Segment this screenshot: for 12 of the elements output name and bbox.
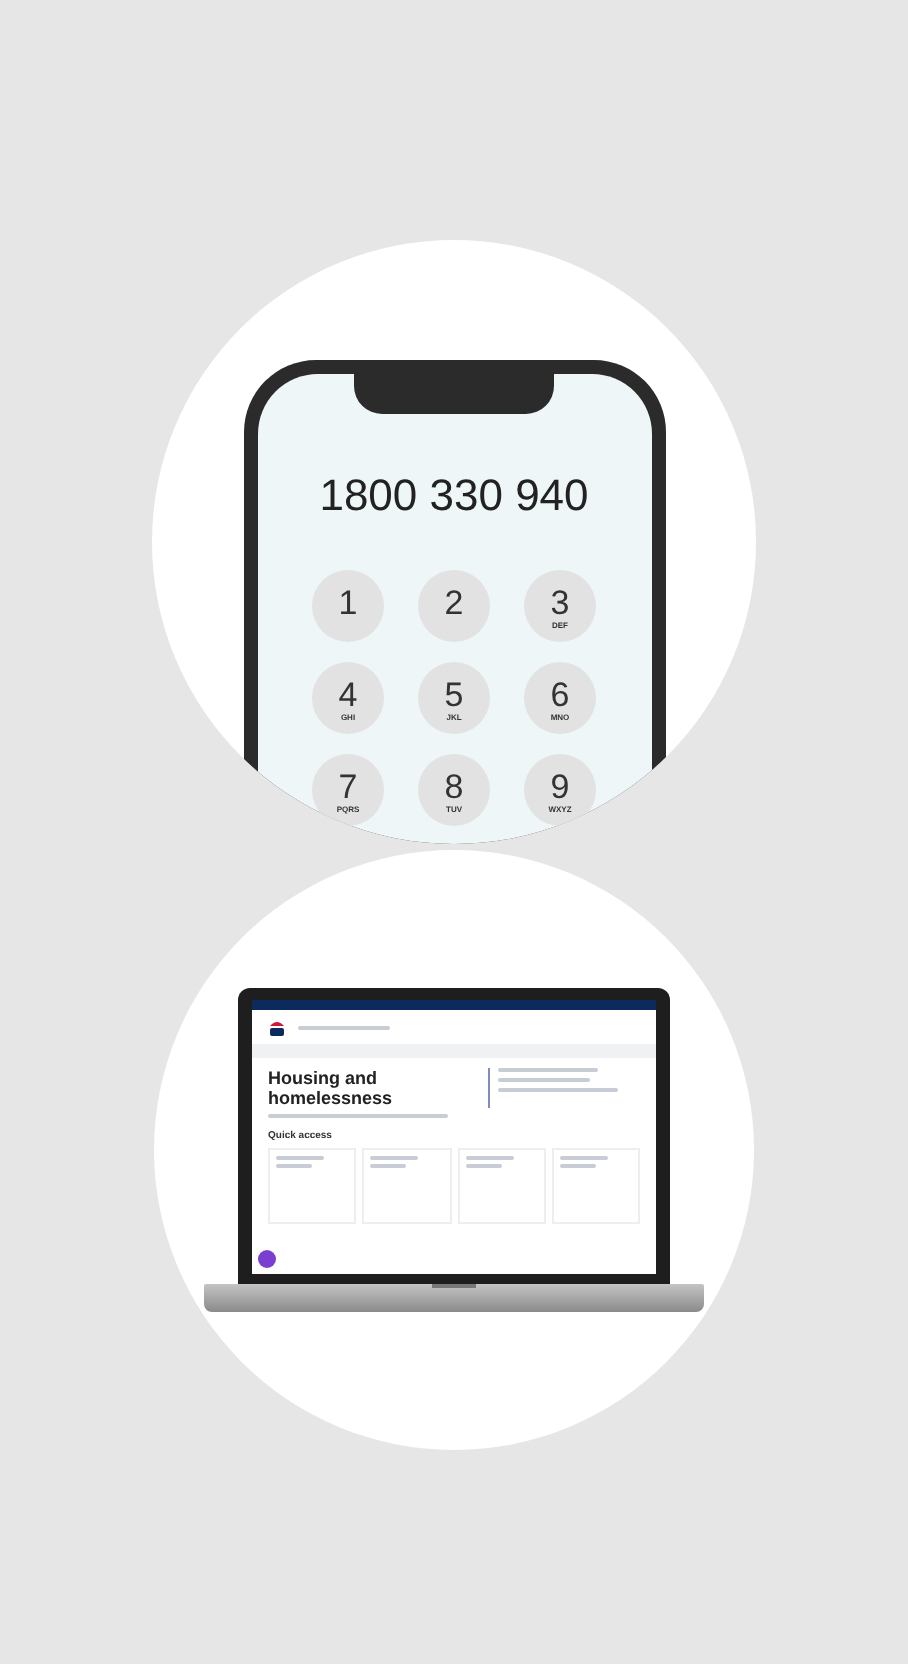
contact-info-block — [488, 1068, 618, 1108]
quick-access-card[interactable] — [362, 1148, 451, 1224]
quick-access-card[interactable] — [268, 1148, 357, 1224]
dialed-number: 1800 330 940 — [319, 470, 589, 522]
chat-button[interactable] — [258, 1250, 276, 1268]
dial-key[interactable]: 2 — [418, 570, 490, 642]
dial-key[interactable]: 1 — [312, 570, 384, 642]
quick-access-card[interactable] — [457, 1148, 546, 1224]
blurred-text-line — [298, 1025, 390, 1029]
logo-icon — [268, 1017, 286, 1037]
quick-access-card[interactable] — [551, 1148, 640, 1224]
page-title: Housing and homelessness — [268, 1068, 395, 1108]
